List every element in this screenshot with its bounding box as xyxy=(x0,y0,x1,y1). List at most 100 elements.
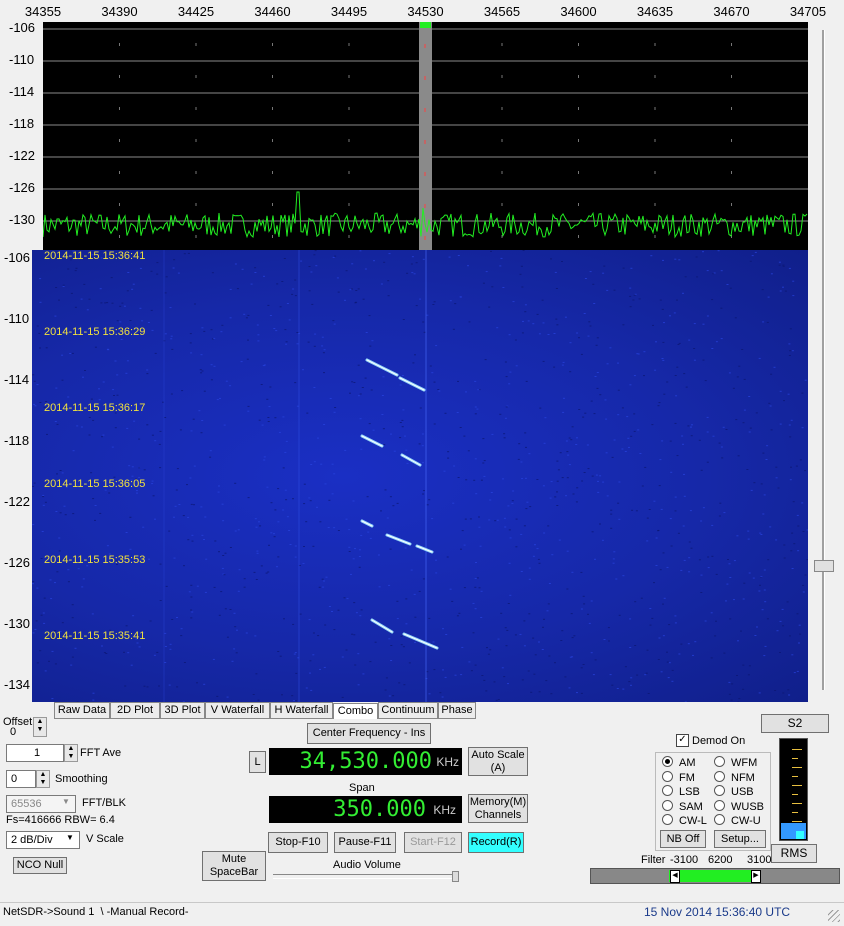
noise-speck xyxy=(585,278,587,279)
noise-speck xyxy=(762,453,764,454)
zoom-slider-thumb[interactable] xyxy=(814,560,834,572)
filter-passband[interactable] xyxy=(669,870,755,882)
noise-speck xyxy=(699,440,701,441)
noise-speck xyxy=(59,550,61,551)
noise-speck xyxy=(662,360,664,361)
noise-speck xyxy=(432,304,434,305)
noise-speck xyxy=(553,367,555,368)
auto-scale-button[interactable]: Auto Scale (A) xyxy=(468,747,528,776)
meter-tick xyxy=(792,749,802,750)
noise-speck xyxy=(348,529,350,530)
noise-speck xyxy=(277,488,279,489)
noise-speck xyxy=(150,621,152,622)
mode-radio-usb[interactable]: USB xyxy=(714,785,754,798)
setup-button[interactable]: Setup... xyxy=(714,830,766,848)
noise-speck xyxy=(513,301,515,302)
mode-radio-fm[interactable]: FM xyxy=(662,771,695,784)
mode-radio-am[interactable]: AM xyxy=(662,756,696,769)
pause-button[interactable]: Pause-F11 xyxy=(334,832,396,853)
noise-speck xyxy=(412,362,414,363)
mute-button[interactable]: Mute SpaceBar xyxy=(202,851,266,881)
fft-ave-spin-button[interactable]: ▲▼ xyxy=(64,744,78,762)
noise-speck xyxy=(651,618,653,619)
tab-combo[interactable]: Combo xyxy=(333,703,378,719)
mode-radio-lsb[interactable]: LSB xyxy=(662,785,700,798)
noise-speck xyxy=(287,516,289,517)
noise-speck xyxy=(629,288,631,289)
noise-speck xyxy=(521,287,523,288)
tab-phase[interactable]: Phase xyxy=(438,702,476,719)
resize-grip-icon[interactable] xyxy=(828,910,840,922)
audio-volume-slider[interactable] xyxy=(273,874,458,879)
filter-right-handle[interactable]: ▶ xyxy=(751,870,761,883)
noise-speck xyxy=(649,509,651,510)
noise-speck xyxy=(319,521,321,522)
noise-speck xyxy=(504,527,506,528)
l-button[interactable]: L xyxy=(249,751,266,773)
meter-tick xyxy=(792,821,802,822)
waterfall-display[interactable]: 2014-11-15 15:36:412014-11-15 15:36:2920… xyxy=(32,250,808,702)
fft-ave-input[interactable]: 1 xyxy=(6,744,64,762)
noise-speck xyxy=(219,615,221,616)
noise-speck xyxy=(669,662,671,663)
filter-left-handle[interactable]: ◀ xyxy=(670,870,680,883)
filter-bar[interactable]: ◀ ▶ xyxy=(590,868,840,884)
mode-radio-wfm[interactable]: WFM xyxy=(714,756,757,769)
noise-speck xyxy=(38,333,40,334)
stop-button[interactable]: Stop-F10 xyxy=(268,832,328,853)
noise-speck xyxy=(475,407,477,408)
demod-on-checkbox[interactable]: ✓ xyxy=(676,734,689,747)
start-button[interactable]: Start-F12 xyxy=(404,832,462,853)
record-button[interactable]: Record(R) xyxy=(468,832,524,853)
noise-speck xyxy=(711,556,713,557)
noise-speck xyxy=(39,348,41,349)
noise-speck xyxy=(230,289,232,290)
mode-radio-nfm[interactable]: NFM xyxy=(714,771,755,784)
noise-speck xyxy=(187,539,189,540)
noise-speck xyxy=(434,301,436,302)
center-frequency-button[interactable]: Center Frequency - Ins xyxy=(307,723,431,744)
memory-channels-button[interactable]: Memory(M) Channels xyxy=(468,794,528,823)
smoothing-spin-button[interactable]: ▲▼ xyxy=(36,770,50,788)
noise-speck xyxy=(523,620,525,621)
zoom-slider-track[interactable] xyxy=(822,30,825,690)
noise-speck xyxy=(550,693,552,694)
tab-raw-data[interactable]: Raw Data xyxy=(54,702,110,719)
mode-radio-sam[interactable]: SAM xyxy=(662,800,703,813)
noise-speck xyxy=(560,640,562,641)
tab-v-waterfall[interactable]: V Waterfall xyxy=(205,702,270,719)
audio-volume-thumb[interactable] xyxy=(452,871,459,882)
noise-speck xyxy=(458,477,460,478)
noise-speck xyxy=(334,407,336,408)
chevron-down-icon[interactable]: ▼ xyxy=(62,797,70,806)
noise-speck xyxy=(563,362,565,363)
meter-tick xyxy=(792,767,802,768)
rms-button[interactable]: RMS xyxy=(771,844,817,863)
smoothing-input[interactable]: 0 xyxy=(6,770,36,788)
noise-speck xyxy=(483,680,485,681)
tab-3d-plot[interactable]: 3D Plot xyxy=(160,702,205,719)
offset-spin-button[interactable]: ▲▼ xyxy=(33,717,47,737)
noise-speck xyxy=(404,436,406,437)
mode-radio-cw-u[interactable]: CW-U xyxy=(714,814,761,827)
tab-continuum[interactable]: Continuum xyxy=(378,702,438,719)
chevron-down-icon[interactable]: ▼ xyxy=(66,833,74,842)
spectrum-plot[interactable] xyxy=(43,22,808,250)
noise-speck xyxy=(62,472,64,473)
noise-speck xyxy=(379,586,381,587)
mode-radio-wusb[interactable]: WUSB xyxy=(714,800,764,813)
mode-radio-cw-l[interactable]: CW-L xyxy=(662,814,707,827)
noise-speck xyxy=(731,683,733,684)
noise-speck xyxy=(67,269,69,270)
tab-2d-plot[interactable]: 2D Plot xyxy=(110,702,160,719)
noise-speck xyxy=(359,250,361,251)
freq-tick-label: 34390 xyxy=(101,4,137,19)
nco-null-button[interactable]: NCO Null xyxy=(13,857,67,874)
tab-h-waterfall[interactable]: H Waterfall xyxy=(270,702,333,719)
noise-speck xyxy=(430,366,432,367)
noise-speck xyxy=(482,463,484,464)
noise-speck xyxy=(475,665,477,666)
nb-off-button[interactable]: NB Off xyxy=(660,830,706,848)
noise-speck xyxy=(291,695,293,696)
offset-input[interactable]: 0 xyxy=(6,727,32,740)
